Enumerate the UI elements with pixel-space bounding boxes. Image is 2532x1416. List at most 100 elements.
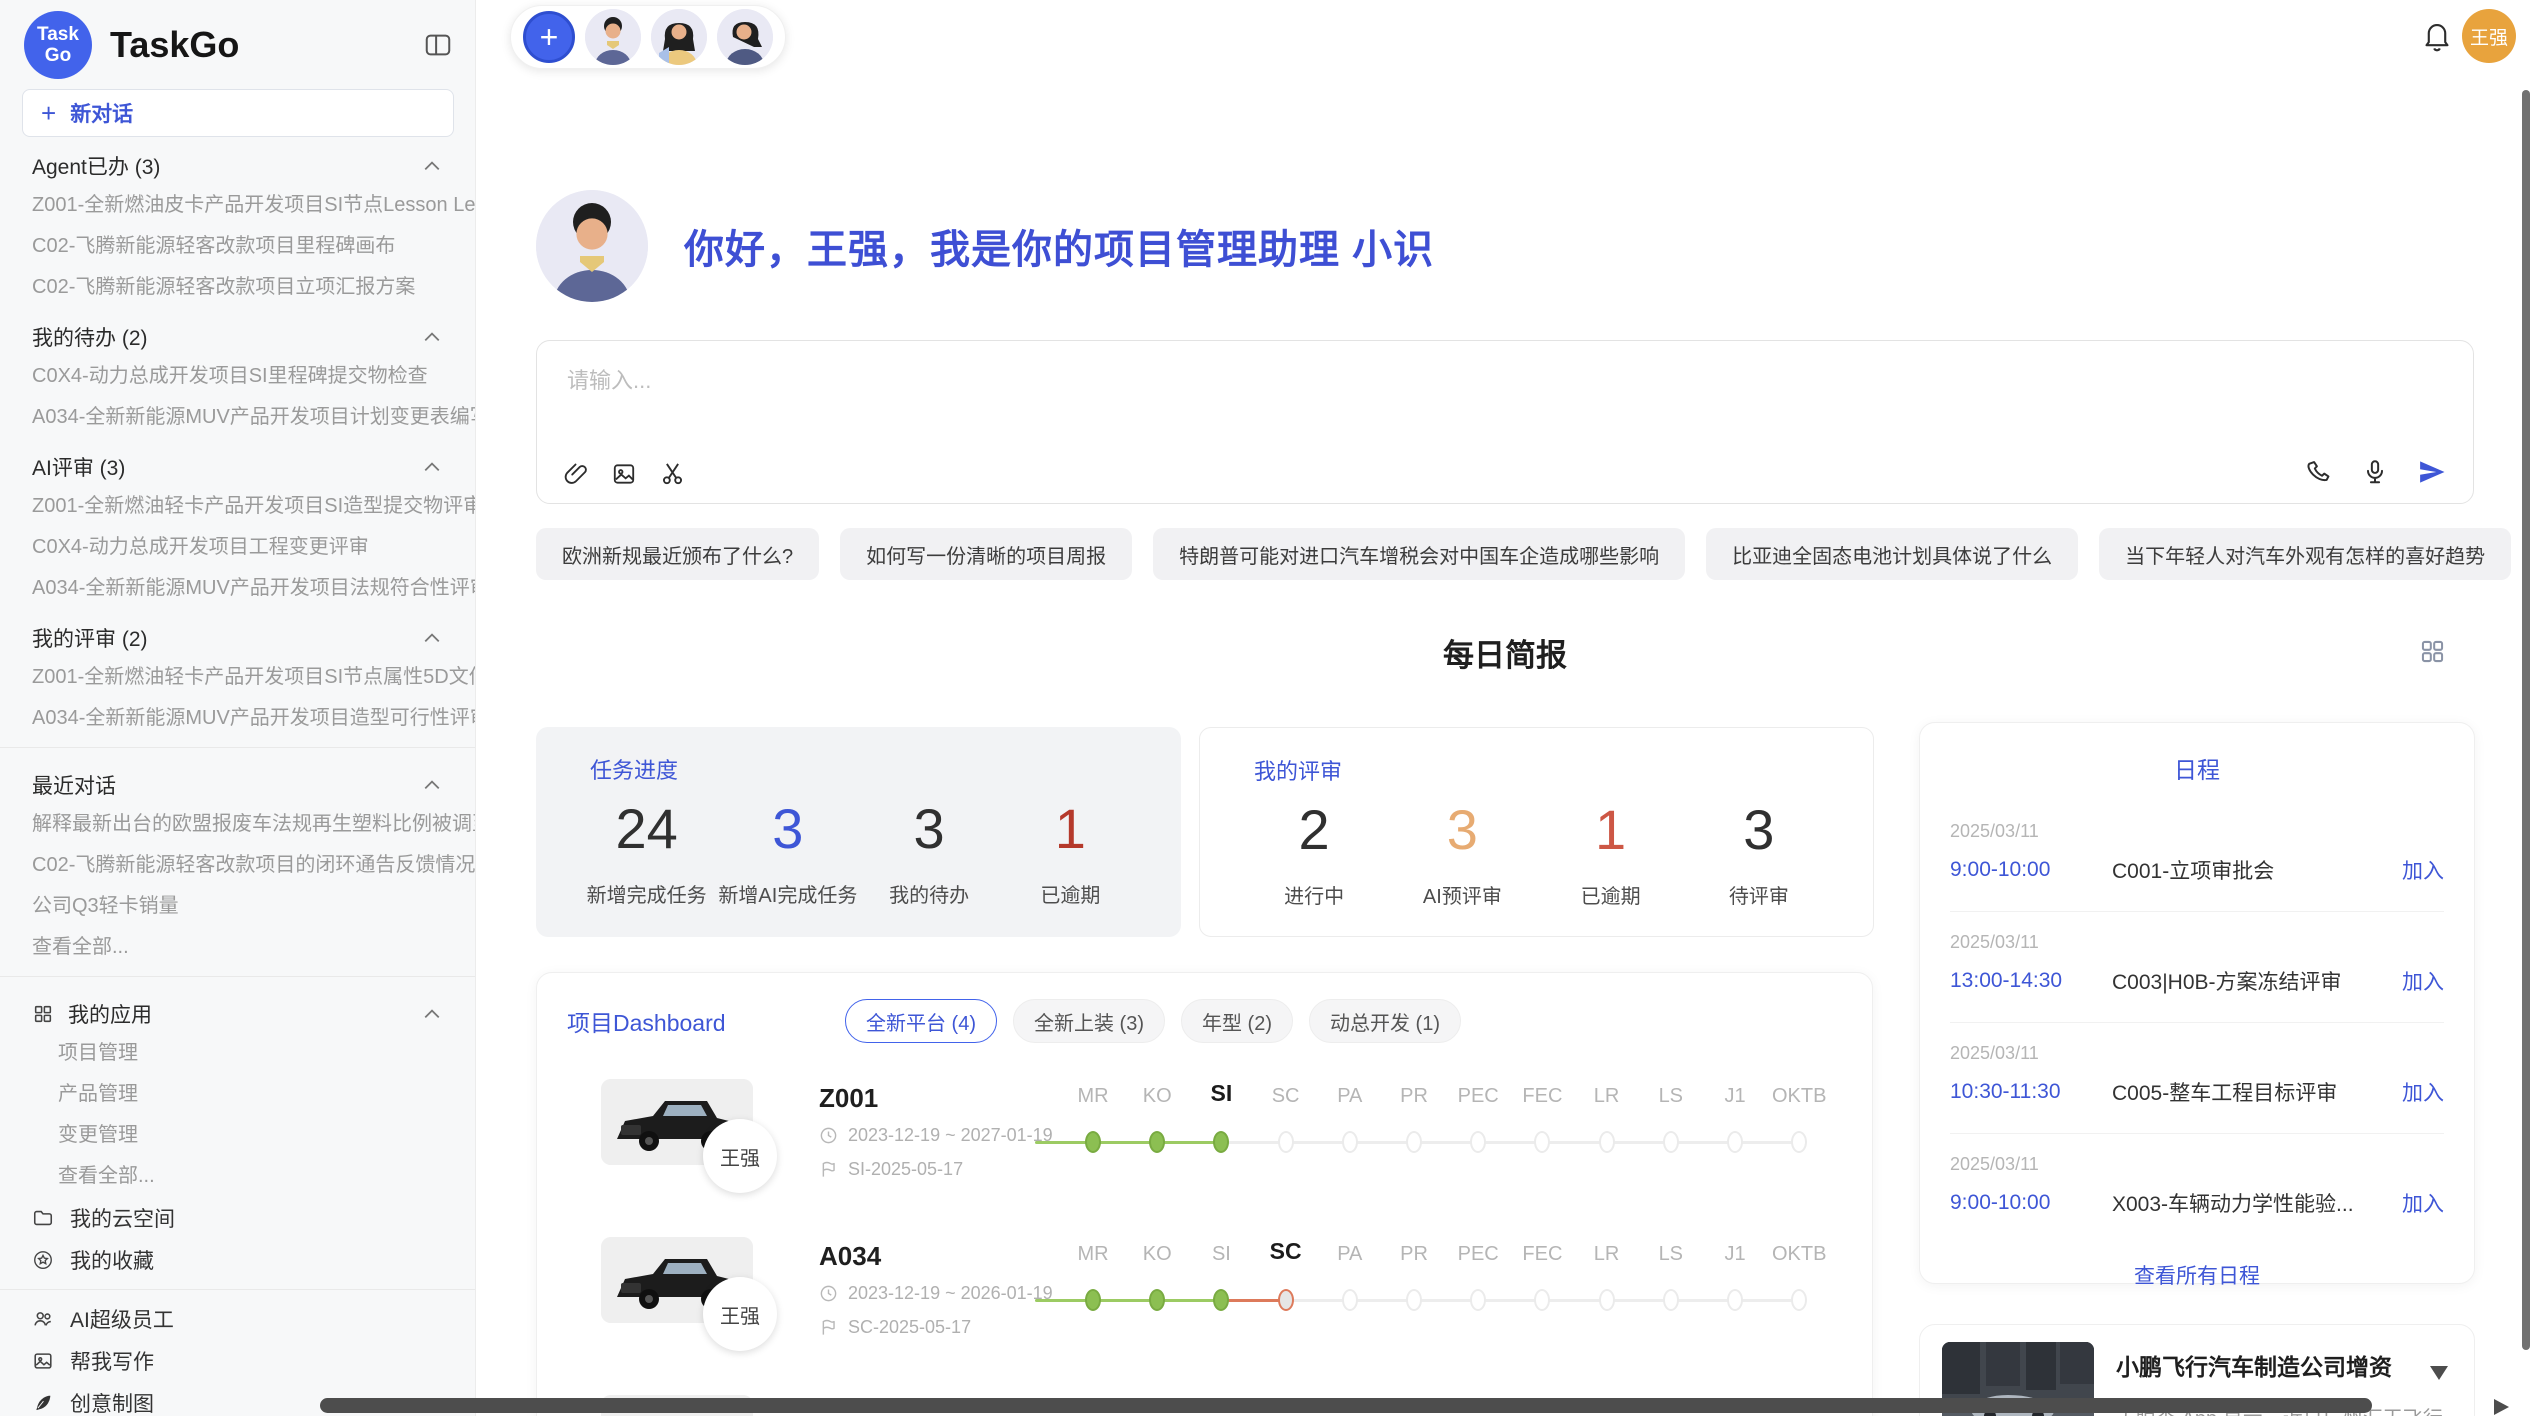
recent-chat-item[interactable]: 查看全部...	[0, 927, 475, 968]
schedule-date: 2025/03/11	[1950, 1043, 2444, 1064]
join-link[interactable]: 加入	[2402, 1188, 2444, 1218]
horizontal-scrollbar-thumb[interactable]	[320, 1398, 2372, 1413]
milestone-dot[interactable]	[1278, 1289, 1294, 1311]
sidebar-task-item[interactable]: C0X4-动力总成开发项目SI里程碑提交物检查	[0, 356, 475, 397]
milestone-dot[interactable]	[1663, 1131, 1679, 1153]
scroll-right-arrow-icon[interactable]	[2494, 1399, 2509, 1415]
chat-input[interactable]	[565, 367, 2269, 395]
suggestion-chip[interactable]: 欧洲新规最近颁布了什么?	[536, 528, 819, 580]
sidebar-task-item[interactable]: C0X4-动力总成开发项目工程变更评审	[0, 527, 475, 568]
milestone-dot[interactable]	[1406, 1289, 1422, 1311]
milestone-dot[interactable]	[1470, 1131, 1486, 1153]
recent-chat-item[interactable]: 解释最新出台的欧盟报废车法规再生塑料比例被调至15%...	[0, 804, 475, 845]
milestone-dot[interactable]	[1470, 1289, 1486, 1311]
milestone-dot[interactable]	[1213, 1131, 1229, 1153]
milestone-dot[interactable]	[1149, 1289, 1165, 1311]
assistant-avatar-1[interactable]	[585, 9, 641, 65]
paperclip-icon[interactable]	[563, 461, 589, 487]
milestone-dot[interactable]	[1342, 1131, 1358, 1153]
sidebar-task-item[interactable]: Z001-全新燃油轻卡产品开发项目SI节点属性5D文件评审	[0, 657, 475, 698]
scroll-down-arrow-icon[interactable]	[2430, 1366, 2448, 1380]
project-code[interactable]: A034	[819, 1241, 881, 1272]
join-link[interactable]: 加入	[2402, 966, 2444, 996]
join-link[interactable]: 加入	[2402, 1077, 2444, 1107]
project-owner-badge[interactable]: 王强	[703, 1119, 777, 1193]
sidebar-collapse-icon[interactable]	[421, 28, 455, 62]
notification-bell-icon[interactable]	[2420, 18, 2456, 54]
sidebar-tool[interactable]: 帮我写作	[0, 1340, 475, 1382]
app-item[interactable]: 查看全部...	[0, 1156, 475, 1197]
dashboard-tab[interactable]: 全新平台 (4)	[845, 999, 997, 1043]
sidebar-tool-label: AI超级员工	[70, 1304, 174, 1334]
sidebar-task-item[interactable]: C02-飞腾新能源轻客改款项目里程碑画布	[0, 226, 475, 267]
milestone-dot[interactable]	[1599, 1289, 1615, 1311]
milestone-dot[interactable]	[1791, 1289, 1807, 1311]
layout-grid-icon[interactable]	[2419, 638, 2446, 665]
microphone-icon[interactable]	[2361, 458, 2389, 486]
scissors-icon[interactable]	[659, 460, 686, 487]
app-item[interactable]: 变更管理	[0, 1115, 475, 1156]
assistant-avatar-3[interactable]	[717, 9, 773, 65]
new-chat-button[interactable]: + 新对话	[22, 89, 454, 137]
milestone-dot[interactable]	[1727, 1289, 1743, 1311]
milestone-dot[interactable]	[1149, 1131, 1165, 1153]
suggestion-chip[interactable]: 特朗普可能对进口汽车增税会对中国车企造成哪些影响	[1153, 528, 1685, 580]
sidebar-tool[interactable]: AI超级员工	[0, 1298, 475, 1340]
milestone-dot[interactable]	[1085, 1131, 1101, 1153]
milestone-dot[interactable]	[1663, 1289, 1679, 1311]
image-upload-icon[interactable]	[611, 461, 637, 487]
suggestion-chip[interactable]: 如何写一份清晰的项目周报	[840, 528, 1132, 580]
milestone-dot[interactable]	[1599, 1131, 1615, 1153]
user-avatar[interactable]: 王强	[2462, 9, 2516, 63]
milestone-dot[interactable]	[1278, 1131, 1294, 1153]
dashboard-tab[interactable]: 年型 (2)	[1181, 999, 1293, 1043]
suggestion-chip[interactable]: 比亚迪全固态电池计划具体说了什么	[1706, 528, 2078, 580]
milestone-dot[interactable]	[1534, 1131, 1550, 1153]
milestone-dot[interactable]	[1791, 1131, 1807, 1153]
recent-chat-item[interactable]: 公司Q3轻卡销量	[0, 886, 475, 927]
sidebar-task-item[interactable]: C02-飞腾新能源轻客改款项目立项汇报方案	[0, 267, 475, 308]
dashboard-tab[interactable]: 动总开发 (1)	[1309, 999, 1461, 1043]
dashboard-tab[interactable]: 全新上装 (3)	[1013, 999, 1165, 1043]
project-code[interactable]: Z001	[819, 1083, 878, 1114]
milestone-dot[interactable]	[1085, 1289, 1101, 1311]
user-name: 王强	[2470, 23, 2508, 50]
milestone-label: LR	[1594, 1085, 1620, 1108]
milestone-dot[interactable]	[1727, 1131, 1743, 1153]
chevron-up-icon[interactable]	[423, 461, 441, 473]
join-link[interactable]: 加入	[2402, 855, 2444, 885]
milestone-dot[interactable]	[1342, 1289, 1358, 1311]
sidebar-task-item[interactable]: Z001-全新燃油皮卡产品开发项目SI节点Lesson Learn报告	[0, 185, 475, 226]
sidebar-task-item[interactable]: A034-全新新能源MUV产品开发项目造型可行性评审	[0, 698, 475, 739]
assistant-avatar-2[interactable]	[651, 9, 707, 65]
stat-item: 1已逾期	[1000, 797, 1141, 908]
chevron-up-icon[interactable]	[423, 779, 441, 791]
sidebar-task-item[interactable]: A034-全新新能源MUV产品开发项目计划变更表编写	[0, 397, 475, 438]
phone-icon[interactable]	[2305, 458, 2333, 486]
chevron-up-icon[interactable]	[423, 160, 441, 172]
suggestion-chip[interactable]: 当下年轻人对汽车外观有怎样的喜好趋势	[2099, 528, 2511, 580]
recent-chat-item[interactable]: C02-飞腾新能源轻客改款项目的闭环通告反馈情况	[0, 845, 475, 886]
sidebar-link[interactable]: 我的云空间	[0, 1197, 475, 1239]
stat-value: 3	[717, 797, 858, 861]
milestone-dot[interactable]	[1406, 1131, 1422, 1153]
star-icon	[32, 1249, 54, 1271]
sidebar-link[interactable]: 我的收藏	[0, 1239, 475, 1281]
stat-label: 新增完成任务	[576, 879, 717, 908]
view-all-schedule-link[interactable]: 查看所有日程	[1950, 1244, 2444, 1306]
sidebar-task-item[interactable]: A034-全新新能源MUV产品开发项目法规符合性评审	[0, 568, 475, 609]
chevron-up-icon[interactable]	[423, 331, 441, 343]
vertical-scrollbar-thumb[interactable]	[2522, 90, 2530, 1350]
milestone-dot[interactable]	[1534, 1289, 1550, 1311]
chevron-up-icon[interactable]	[423, 1008, 441, 1020]
project-owner-badge[interactable]: 王强	[703, 1277, 777, 1351]
milestone-dot[interactable]	[1213, 1289, 1229, 1311]
sidebar-task-item[interactable]: Z001-全新燃油轻卡产品开发项目SI造型提交物评审	[0, 486, 475, 527]
chevron-up-icon[interactable]	[423, 632, 441, 644]
schedule-items: 2025/03/119:00-10:00C001-立项审批会加入2025/03/…	[1950, 801, 2444, 1244]
task-progress-card: 任务进度 24新增完成任务3新增AI完成任务3我的待办1已逾期	[536, 727, 1181, 937]
send-icon[interactable]	[2417, 457, 2447, 487]
app-item[interactable]: 产品管理	[0, 1074, 475, 1115]
add-assistant-button[interactable]: +	[523, 11, 575, 63]
app-item[interactable]: 项目管理	[0, 1033, 475, 1074]
